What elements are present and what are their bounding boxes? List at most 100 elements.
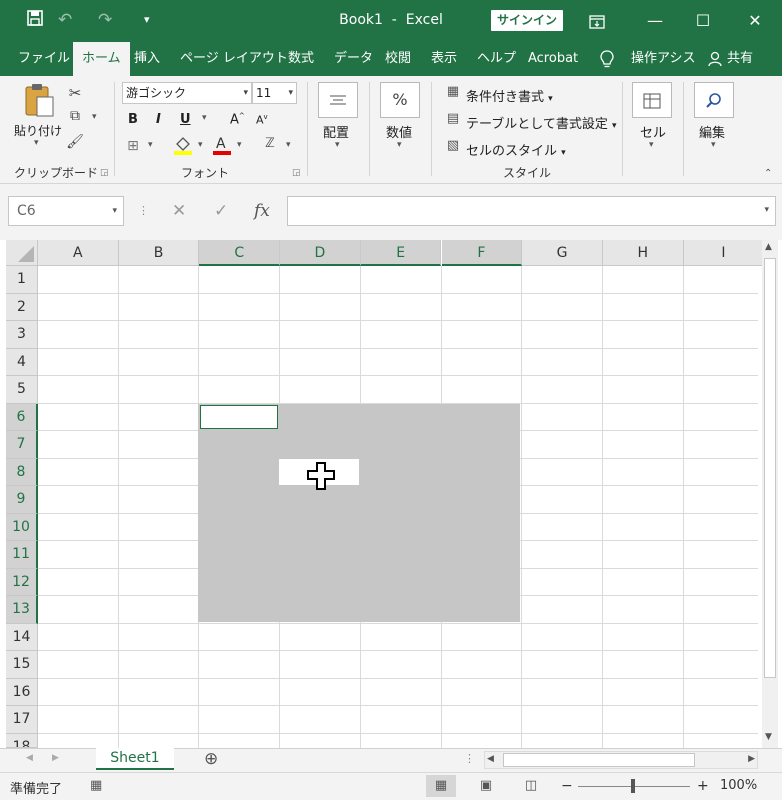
formula-input[interactable]: ▾ (287, 196, 776, 226)
row-header-3[interactable]: 3 (6, 321, 38, 349)
scroll-up-icon[interactable]: ▲ (765, 242, 772, 252)
font-color-icon[interactable]: A (212, 134, 232, 156)
tab-review[interactable]: 校閲 (385, 42, 411, 76)
row-header-13[interactable]: 13 (6, 596, 38, 624)
cut-icon[interactable]: ✂ (66, 84, 84, 102)
sheet-tab[interactable]: Sheet1 (96, 748, 174, 770)
prev-sheet-icon[interactable]: ◀ (26, 753, 33, 763)
column-header-i[interactable]: I (683, 240, 765, 266)
zoom-slider-thumb[interactable] (631, 779, 635, 793)
add-sheet-icon[interactable]: ⊕ (204, 749, 218, 769)
redo-icon[interactable]: ↷ (98, 9, 112, 31)
customize-quick-access-icon[interactable]: ▾ (144, 9, 150, 31)
row-header-17[interactable]: 17 (6, 706, 38, 734)
vertical-scrollbar[interactable]: ▲ ▼ (762, 240, 778, 748)
zoom-level[interactable]: 100% (720, 778, 757, 793)
next-sheet-icon[interactable]: ▶ (52, 753, 59, 763)
scroll-left-icon[interactable]: ◀ (487, 754, 494, 764)
editing-chevron-down-icon[interactable]: ▾ (711, 140, 716, 150)
font-color-chevron-down-icon[interactable]: ▾ (237, 140, 242, 150)
column-header-c[interactable]: C (199, 240, 281, 266)
underline-button[interactable]: U (180, 112, 191, 127)
zoom-in-button[interactable]: + (697, 778, 709, 794)
scroll-down-icon[interactable]: ▼ (765, 732, 772, 742)
search-icon[interactable] (694, 82, 734, 118)
tab-data[interactable]: データ (334, 42, 373, 76)
number-button[interactable]: 数値 (386, 122, 412, 141)
row-header-18[interactable]: 18 (6, 733, 38, 748)
cell-styles-button[interactable]: セルのスタイル ▾ (466, 140, 566, 159)
tab-tell-me[interactable]: 操作アシス (631, 42, 695, 76)
cells-icon[interactable] (632, 82, 672, 118)
tab-file[interactable]: ファイル (18, 42, 70, 76)
row-header-4[interactable]: 4 (6, 348, 38, 376)
phonetic-icon[interactable]: ℤ (262, 136, 278, 151)
italic-button[interactable]: I (156, 112, 161, 127)
close-button[interactable]: ✕ (732, 0, 778, 42)
normal-view-icon[interactable]: ▦ (426, 775, 456, 797)
shrink-font-button[interactable]: Av (256, 113, 268, 127)
tell-me-icon[interactable] (600, 42, 614, 76)
column-header-e[interactable]: E (360, 240, 442, 266)
row-header-10[interactable]: 10 (6, 513, 38, 541)
minimize-button[interactable]: — (632, 0, 678, 42)
percent-icon[interactable]: % (380, 82, 420, 118)
tab-formulas[interactable]: 数式 (288, 42, 314, 76)
paste-icon[interactable] (22, 82, 56, 118)
worksheet-grid[interactable] (38, 266, 758, 748)
row-header-15[interactable]: 15 (6, 651, 38, 679)
column-header-b[interactable]: B (118, 240, 200, 266)
borders-icon[interactable]: ⊞ (124, 138, 142, 154)
alignment-icon[interactable] (318, 82, 358, 118)
share-button[interactable]: 共有 (727, 42, 753, 76)
column-header-g[interactable]: G (522, 240, 603, 266)
clipboard-launcher-icon[interactable]: ◲ (100, 168, 109, 178)
row-header-14[interactable]: 14 (6, 623, 38, 651)
vertical-scroll-thumb[interactable] (764, 258, 776, 678)
column-header-h[interactable]: H (602, 240, 684, 266)
ribbon-display-options-icon[interactable] (574, 0, 620, 42)
row-header-11[interactable]: 11 (6, 541, 38, 569)
row-header-7[interactable]: 7 (6, 431, 38, 459)
row-header-2[interactable]: 2 (6, 293, 38, 321)
horizontal-scrollbar[interactable]: ◀ ▶ (484, 751, 758, 769)
share-icon[interactable] (708, 42, 724, 76)
column-header-a[interactable]: A (38, 240, 119, 266)
signin-button[interactable]: サインイン (491, 10, 563, 31)
editing-button[interactable]: 編集 (699, 122, 725, 141)
conditional-format-button[interactable]: 条件付き書式 ▾ (466, 86, 553, 105)
cancel-icon[interactable]: ✕ (172, 196, 186, 226)
tab-split-handle[interactable]: ⋮ (464, 752, 475, 765)
page-layout-view-icon[interactable]: ▣ (471, 775, 501, 797)
bold-button[interactable]: B (128, 112, 138, 127)
copy-chevron-down-icon[interactable]: ▾ (92, 112, 97, 122)
font-name-combo[interactable]: 游ゴシック ▾ (122, 82, 252, 104)
name-box[interactable]: C6 ▾ (8, 196, 124, 226)
column-header-f[interactable]: F (441, 240, 523, 266)
format-as-table-icon[interactable]: ▤ (444, 111, 462, 126)
fill-color-icon[interactable] (173, 134, 193, 156)
paste-button[interactable]: 貼り付け (14, 122, 62, 139)
row-header-5[interactable]: 5 (6, 376, 38, 404)
row-header-8[interactable]: 8 (6, 458, 38, 486)
active-cell[interactable] (200, 405, 278, 429)
column-header-d[interactable]: D (280, 240, 361, 266)
macro-record-icon[interactable]: ▦ (90, 778, 102, 793)
maximize-button[interactable]: ☐ (680, 0, 726, 42)
format-painter-icon[interactable]: 🖌 (66, 134, 84, 150)
cells-button[interactable]: セル (640, 122, 666, 141)
tab-page-layout[interactable]: ページ レイアウト (180, 42, 288, 76)
enter-icon[interactable]: ✓ (214, 196, 228, 226)
insert-function-icon[interactable]: fx (254, 196, 270, 226)
row-header-1[interactable]: 1 (6, 266, 38, 294)
alignment-chevron-down-icon[interactable]: ▾ (335, 140, 340, 150)
phonetic-chevron-down-icon[interactable]: ▾ (286, 140, 291, 150)
underline-chevron-down-icon[interactable]: ▾ (202, 113, 207, 123)
row-header-16[interactable]: 16 (6, 678, 38, 706)
tab-insert[interactable]: 挿入 (134, 42, 160, 76)
scroll-right-icon[interactable]: ▶ (748, 754, 755, 764)
row-header-9[interactable]: 9 (6, 486, 38, 514)
font-size-combo[interactable]: 11 ▾ (252, 82, 297, 104)
horizontal-scroll-thumb[interactable] (503, 753, 695, 767)
font-launcher-icon[interactable]: ◲ (292, 168, 301, 178)
